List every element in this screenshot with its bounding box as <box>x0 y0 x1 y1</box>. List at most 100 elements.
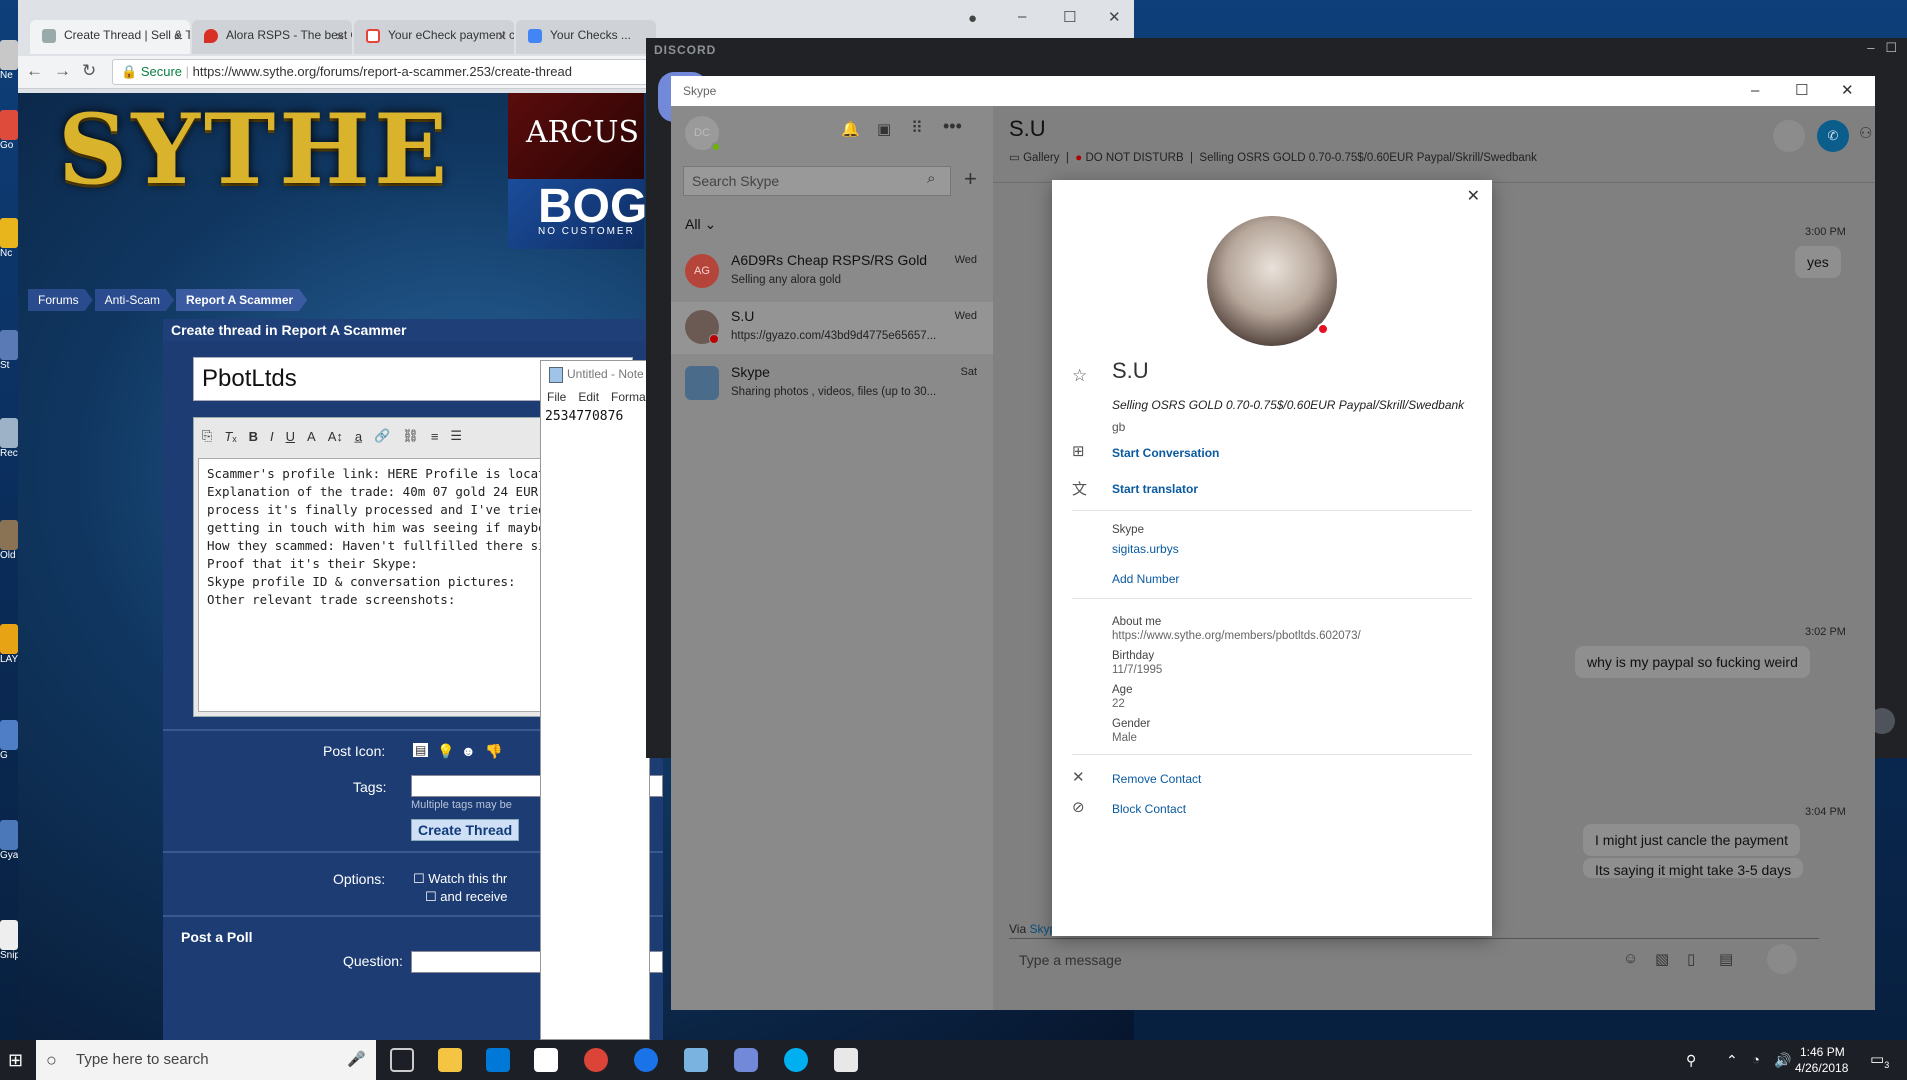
discord-icon[interactable] <box>734 1048 758 1072</box>
remove-contact-button[interactable]: Remove Contact <box>1112 772 1201 786</box>
desktop-shortcut-icon[interactable]: LAY <box>0 624 18 672</box>
profile-icon[interactable]: ● <box>968 10 977 27</box>
menu-file[interactable]: File <box>547 390 566 404</box>
menu-format[interactable]: Forma <box>611 390 646 404</box>
filter-dropdown[interactable]: All ⌄ <box>685 216 716 233</box>
java-icon[interactable] <box>834 1048 858 1072</box>
message-bubble[interactable]: Its saying it might take 3-5 days <box>1583 858 1804 878</box>
notepad-icon[interactable] <box>684 1048 708 1072</box>
message-bubble[interactable]: why is my paypal so fucking weird <box>1575 646 1810 678</box>
desktop-shortcut-icon[interactable]: Recy <box>0 418 23 466</box>
minimize-button[interactable]: – <box>1751 76 1759 106</box>
volume-icon[interactable]: 🔊 <box>1774 1052 1791 1069</box>
receive-email-checkbox[interactable]: ☐ and receive <box>425 889 508 905</box>
close-tab-icon[interactable]: × <box>498 28 506 44</box>
start-conversation-button[interactable]: Start Conversation <box>1112 446 1219 460</box>
chrome-icon[interactable] <box>584 1048 608 1072</box>
text-color-icon[interactable]: A <box>307 429 316 444</box>
chat-item-skype[interactable]: Skype Sharing photos , videos, files (up… <box>671 358 993 410</box>
tab-checks[interactable]: Your Checks ... <box>516 20 656 54</box>
align-icon[interactable]: ≡ <box>431 429 439 444</box>
menu-edit[interactable]: Edit <box>578 390 599 404</box>
minimize-button[interactable]: – <box>1018 8 1026 25</box>
task-view-icon[interactable] <box>390 1048 414 1072</box>
close-tab-icon[interactable]: × <box>336 28 344 44</box>
close-button[interactable]: ✕ <box>1841 76 1854 106</box>
clock-date[interactable]: 4/26/2018 <box>1795 1061 1848 1075</box>
tab-gmail[interactable]: Your eCheck payment cl × <box>354 20 514 54</box>
reload-icon[interactable]: ↻ <box>82 61 96 81</box>
gallery-link[interactable]: Gallery <box>1023 152 1059 164</box>
desktop-shortcut-icon[interactable]: Ne <box>0 40 18 88</box>
store-icon[interactable] <box>486 1048 510 1072</box>
star-icon[interactable]: ☆ <box>1072 366 1087 386</box>
ad-banner-bottom[interactable]: BOG NO CUSTOMER <box>508 179 647 249</box>
block-contact-button[interactable]: Block Contact <box>1112 802 1186 816</box>
gyazo-icon[interactable] <box>634 1048 658 1072</box>
chat-item-su[interactable]: S.U https://gyazo.com/43bd9d4775e65657..… <box>671 302 993 354</box>
watch-thread-checkbox[interactable]: ☐ Watch this thr <box>413 871 507 887</box>
desktop-shortcut-icon[interactable]: G <box>0 720 18 768</box>
message-input[interactable]: Type a message <box>1019 952 1122 968</box>
skype-id[interactable]: sigitas.urbys <box>1112 542 1179 556</box>
people-icon[interactable]: ⚲ <box>1686 1052 1696 1069</box>
forward-arrow-icon[interactable]: → <box>54 61 71 81</box>
desktop-shortcut-icon[interactable]: Nc <box>0 218 18 266</box>
file-icon[interactable]: ▯ <box>1687 950 1695 968</box>
action-center-icon[interactable]: ▭3 <box>1870 1050 1889 1070</box>
file-explorer-icon[interactable] <box>438 1048 462 1072</box>
search-input[interactable]: Search Skype <box>683 166 951 196</box>
add-people-icon[interactable]: ⚇ <box>1859 124 1872 142</box>
discord-window-controls[interactable]: – ☐ <box>1867 40 1897 56</box>
wifi-icon[interactable]: ◔ <box>1752 1052 1760 1067</box>
document-icon[interactable]: ▤ <box>413 743 429 757</box>
dialpad-icon[interactable]: ⠿ <box>911 118 923 138</box>
desktop-shortcut-icon[interactable]: Old <box>0 520 18 568</box>
send-button[interactable] <box>1767 944 1797 974</box>
windows-start-icon[interactable]: ⊞ <box>8 1050 23 1071</box>
close-button[interactable]: ✕ <box>1108 8 1121 26</box>
ad-banner-top[interactable]: ARCUS <box>508 93 644 179</box>
remove-format-icon[interactable]: ⎘ <box>202 428 212 444</box>
close-icon[interactable]: ✕ <box>1467 186 1480 206</box>
breadcrumb-forums[interactable]: Forums <box>28 289 93 311</box>
call-icon[interactable]: ✆ <box>1817 120 1849 152</box>
maximize-button[interactable]: ☐ <box>1795 76 1808 106</box>
more-icon[interactable]: ••• <box>943 116 962 137</box>
emoji-icon[interactable]: ☺ <box>1623 950 1638 967</box>
desktop-shortcut-icon[interactable]: Gya <box>0 820 18 868</box>
desktop-shortcut-icon[interactable]: Go <box>0 110 18 158</box>
chat-item-a6d9rs[interactable]: AG A6D9Rs Cheap RSPS/RS Gold Selling any… <box>671 246 993 298</box>
contact-card-icon[interactable]: ▤ <box>1719 950 1733 968</box>
back-arrow-icon[interactable]: ← <box>26 61 43 81</box>
unlink-icon[interactable]: ⛓ <box>402 428 419 444</box>
add-number-link[interactable]: Add Number <box>1112 572 1179 586</box>
thumbs-down-icon[interactable]: 👎 <box>485 743 502 760</box>
microphone-icon[interactable]: 🎤 <box>347 1040 366 1080</box>
taskbar-search[interactable]: ○ Type here to search 🎤 <box>36 1040 376 1080</box>
bold-icon[interactable]: B <box>249 429 258 444</box>
message-bubble[interactable]: yes <box>1795 246 1841 278</box>
mail-icon[interactable] <box>534 1048 558 1072</box>
close-tab-icon[interactable]: × <box>174 28 182 44</box>
link-icon[interactable]: 🔗 <box>374 428 390 444</box>
create-thread-button[interactable]: Create Thread <box>411 819 520 841</box>
start-translator-button[interactable]: Start translator <box>1112 482 1198 496</box>
italic-icon[interactable]: I <box>270 429 274 444</box>
skype-icon[interactable] <box>784 1048 808 1072</box>
sythe-logo[interactable]: SYTHE <box>58 93 451 206</box>
underline-icon[interactable]: U <box>286 429 295 444</box>
breadcrumb-report-a-scammer[interactable]: Report A Scammer <box>176 289 307 311</box>
image-icon[interactable]: ▧ <box>1655 950 1669 968</box>
desktop-shortcut-icon[interactable]: Snip <box>0 920 20 968</box>
font-size-icon[interactable]: A↕ <box>328 429 343 444</box>
search-icon[interactable]: ⌕ <box>927 170 935 187</box>
font-family-icon[interactable]: a̲ <box>355 429 362 444</box>
notepad-text[interactable]: 2534770876 <box>541 407 649 426</box>
tab-alora[interactable]: Alora RSPS - The best Ol × <box>192 20 352 54</box>
breadcrumb-anti-scam[interactable]: Anti-Scam <box>95 289 174 311</box>
gallery-icon[interactable]: ▭ <box>1009 152 1020 164</box>
clear-format-icon[interactable]: Tₓ <box>224 429 236 444</box>
smiley-icon[interactable]: ☻ <box>461 743 476 759</box>
clock-time[interactable]: 1:46 PM <box>1800 1045 1845 1059</box>
